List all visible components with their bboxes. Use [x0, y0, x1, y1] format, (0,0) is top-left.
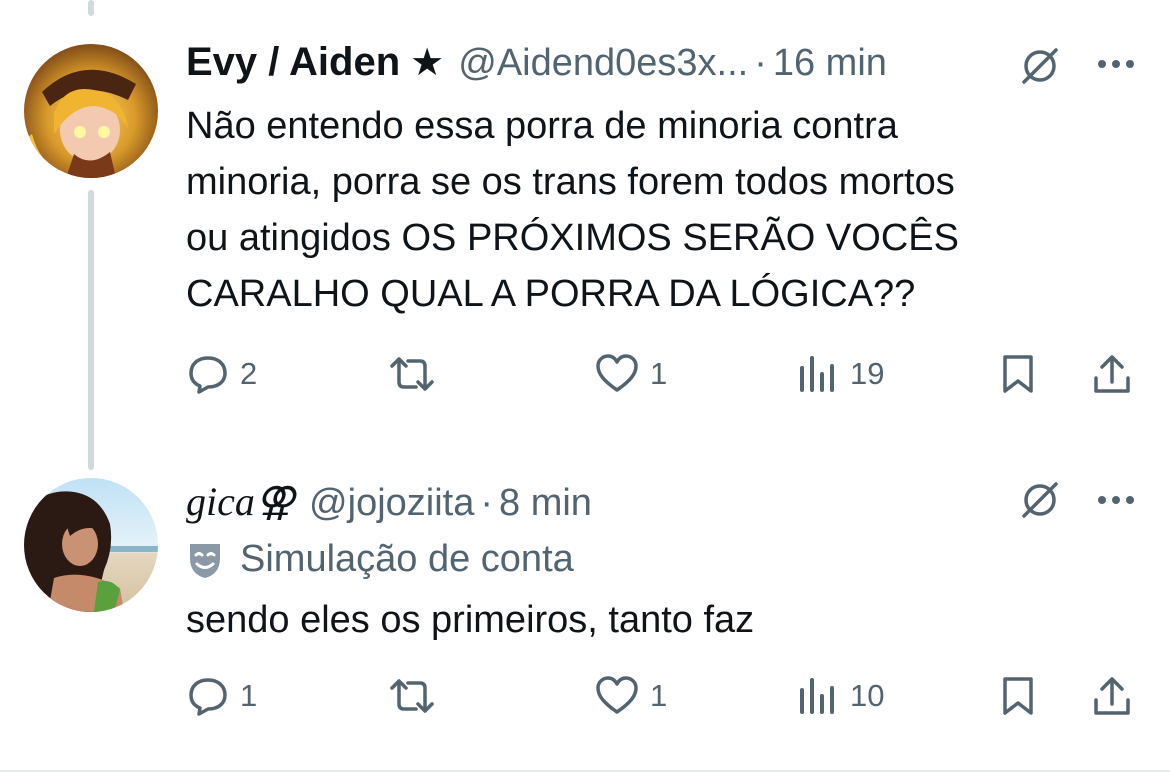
tweet-text-line: sendo eles os primeiros, tanto faz	[186, 599, 755, 641]
retweet-button[interactable]	[386, 674, 438, 718]
thread-line	[88, 0, 94, 16]
timestamp[interactable]: 16 min	[773, 42, 887, 85]
reply-button[interactable]: 2	[186, 352, 257, 396]
bookmark-icon	[1003, 355, 1033, 393]
theater-mask-icon	[190, 543, 220, 578]
retweet-button[interactable]	[386, 352, 438, 396]
reply-icon	[189, 678, 227, 716]
retweet-icon	[390, 679, 434, 713]
tweet-text: sendo eles os primeiros, tanto faz	[186, 592, 754, 648]
retweet-icon	[390, 357, 434, 391]
bookmark-button[interactable]	[998, 674, 1038, 718]
share-icon	[1094, 677, 1130, 715]
grok-icon[interactable]	[1018, 44, 1062, 88]
more-icon[interactable]	[1096, 54, 1140, 74]
timestamp[interactable]: 8 min	[499, 482, 592, 525]
separator: ·	[480, 482, 494, 524]
bookmark-icon	[1003, 677, 1033, 715]
parody-account-label: Simulação de conta	[186, 538, 574, 581]
parody-label-text: Simulação de conta	[240, 538, 574, 580]
avatar[interactable]	[24, 44, 158, 178]
like-button[interactable]: 1	[594, 674, 667, 718]
author-handle[interactable]: @jojoziita	[309, 482, 474, 525]
tweet-header: Evy / Aiden ★ @Aidend0es3x... · 16 min	[186, 40, 887, 85]
avatar[interactable]	[24, 478, 158, 612]
more-icon[interactable]	[1096, 490, 1140, 510]
heart-icon	[596, 676, 638, 714]
views-count: 19	[850, 356, 885, 391]
share-button[interactable]	[1090, 674, 1134, 718]
reply-button[interactable]: 1	[186, 674, 257, 718]
views-icon	[800, 356, 834, 392]
tweet-actions: 1 1 10	[186, 674, 1136, 724]
tweet-text: Não entendo essa porra de minoria contra…	[186, 98, 959, 322]
views-icon	[800, 678, 834, 714]
views-count: 10	[850, 678, 885, 713]
like-count: 1	[650, 356, 668, 391]
tweet-actions: 2 1 19	[186, 352, 1136, 402]
tweet-header: gica⚢ @jojoziita · 8 min	[186, 478, 592, 525]
reply-count: 2	[240, 356, 258, 391]
tweet-text-line: ou atingidos OS PRÓXIMOS SERÃO VOCÊS	[186, 217, 959, 259]
views-button[interactable]: 19	[796, 352, 884, 396]
like-count: 1	[650, 678, 668, 713]
reply-count: 1	[240, 678, 258, 713]
tweet-text-line: Não entendo essa porra de minoria contra	[186, 105, 898, 147]
author-name[interactable]: gica⚢	[186, 478, 295, 525]
bookmark-button[interactable]	[998, 352, 1038, 396]
share-button[interactable]	[1090, 352, 1134, 396]
thread-line	[88, 190, 94, 470]
separator: ·	[754, 42, 767, 84]
reply-icon	[189, 356, 227, 394]
like-button[interactable]: 1	[594, 352, 667, 396]
author-name[interactable]: Evy / Aiden	[186, 40, 400, 85]
share-icon	[1094, 355, 1130, 393]
star-icon: ★	[410, 42, 445, 84]
tweet-text-line: minoria, porra se os trans forem todos m…	[186, 161, 955, 203]
author-handle[interactable]: @Aidend0es3x...	[458, 42, 748, 85]
tweet-text-line: CARALHO QUAL A PORRA DA LÓGICA??	[186, 273, 916, 315]
grok-icon[interactable]	[1018, 478, 1062, 522]
heart-icon	[596, 354, 638, 392]
views-button[interactable]: 10	[796, 674, 884, 718]
